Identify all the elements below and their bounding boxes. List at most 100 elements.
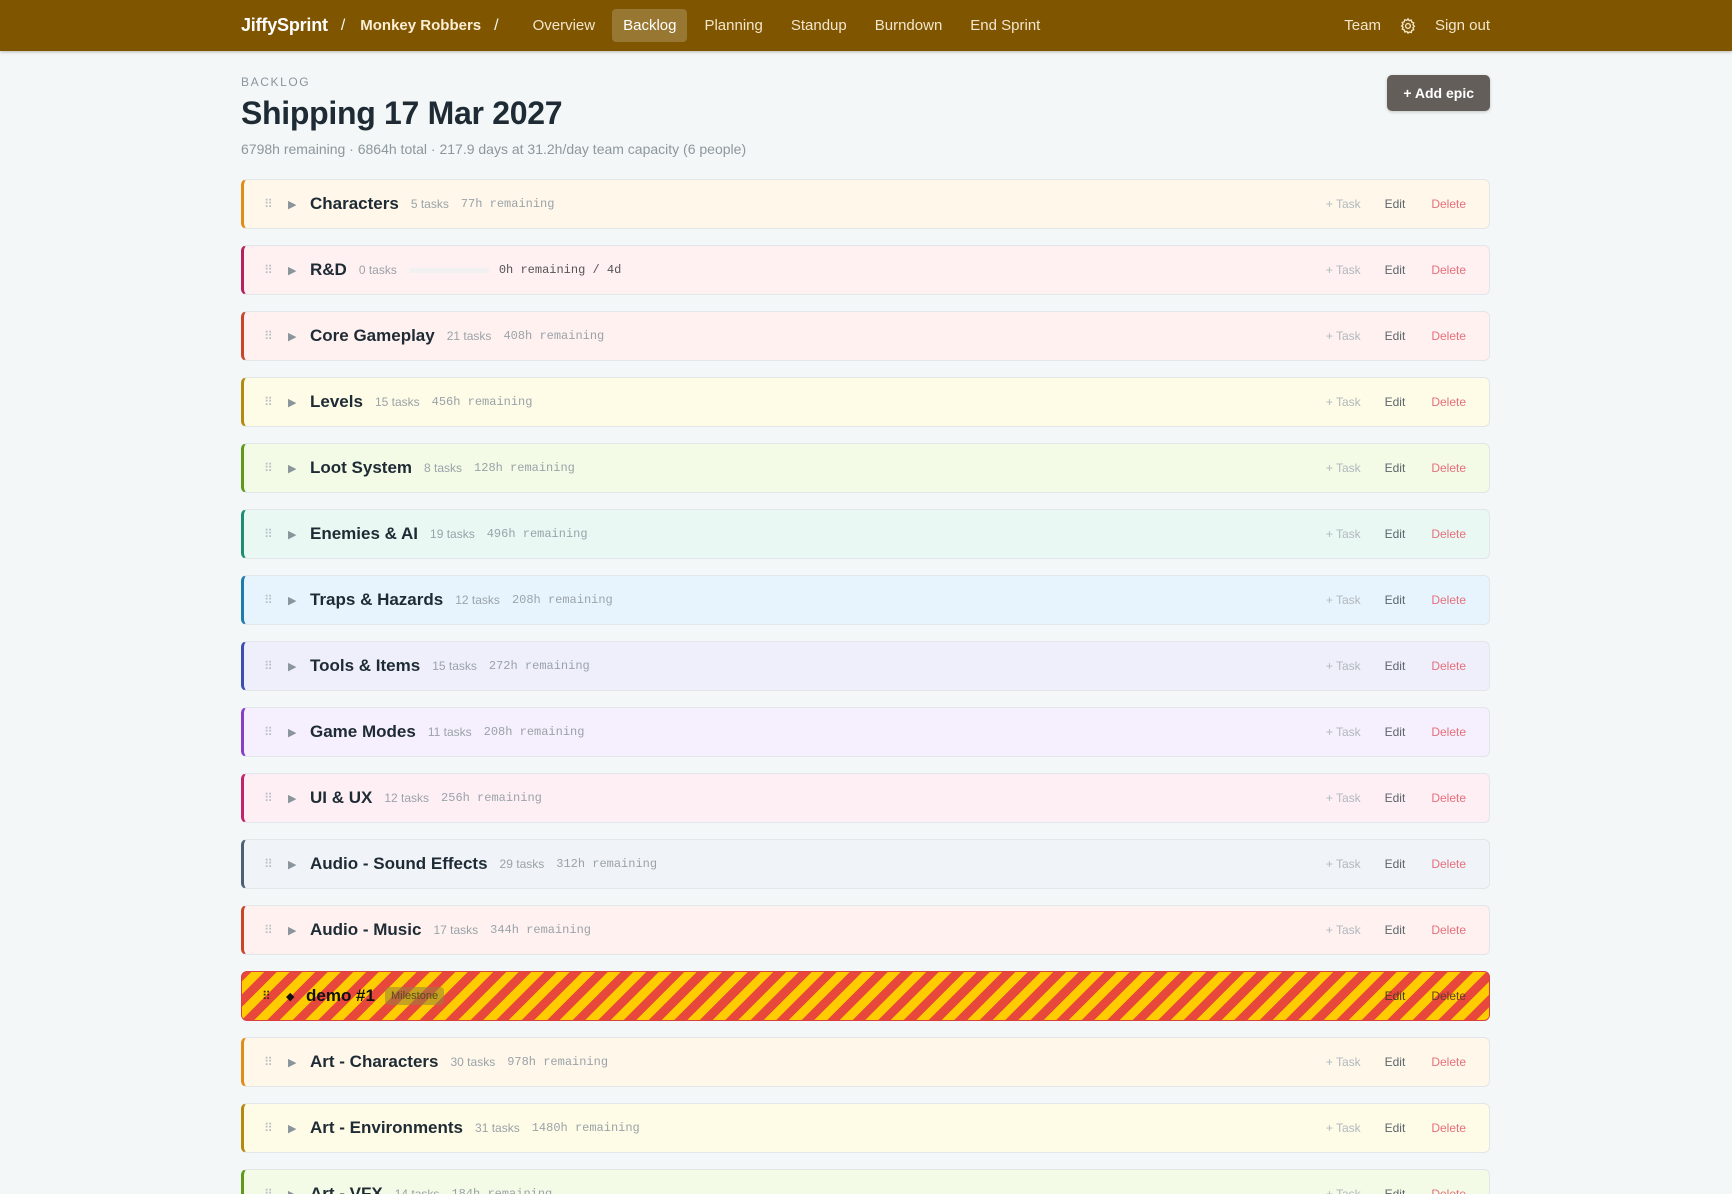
team-link[interactable]: Team bbox=[1344, 17, 1381, 34]
epic-row[interactable]: ⠿ ▶ Game Modes 11 tasks 208h remaining + Task… bbox=[241, 707, 1490, 757]
expand-caret-icon[interactable]: ▶ bbox=[288, 660, 310, 673]
edit-epic-button[interactable]: Edit bbox=[1385, 395, 1406, 409]
delete-epic-button[interactable]: Delete bbox=[1431, 527, 1466, 541]
nav-end-sprint[interactable]: End Sprint bbox=[959, 9, 1051, 42]
expand-caret-icon[interactable]: ▶ bbox=[288, 1056, 310, 1069]
edit-epic-button[interactable]: Edit bbox=[1385, 593, 1406, 607]
expand-caret-icon[interactable]: ▶ bbox=[288, 198, 310, 211]
epic-name[interactable]: Traps & Hazards bbox=[310, 590, 443, 610]
add-task-button[interactable]: + Task bbox=[1326, 263, 1361, 277]
expand-caret-icon[interactable]: ▶ bbox=[288, 264, 310, 277]
sign-out-link[interactable]: Sign out bbox=[1435, 17, 1490, 34]
edit-epic-button[interactable]: Edit bbox=[1385, 329, 1406, 343]
add-task-button[interactable]: + Task bbox=[1326, 725, 1361, 739]
add-task-button[interactable]: + Task bbox=[1326, 527, 1361, 541]
edit-epic-button[interactable]: Edit bbox=[1385, 197, 1406, 211]
edit-epic-button[interactable]: Edit bbox=[1385, 1055, 1406, 1069]
nav-burndown[interactable]: Burndown bbox=[864, 9, 954, 42]
edit-epic-button[interactable]: Edit bbox=[1385, 857, 1406, 871]
delete-epic-button[interactable]: Delete bbox=[1431, 197, 1466, 211]
drag-handle-icon[interactable]: ⠿ bbox=[264, 857, 288, 871]
expand-caret-icon[interactable]: ▶ bbox=[288, 594, 310, 607]
drag-handle-icon[interactable]: ⠿ bbox=[264, 329, 288, 343]
add-task-button[interactable]: + Task bbox=[1326, 791, 1361, 805]
add-task-button[interactable]: + Task bbox=[1326, 1055, 1361, 1069]
epic-row[interactable]: ⠿ ▶ Characters 5 tasks 77h remaining + Task Ed… bbox=[241, 179, 1490, 229]
delete-epic-button[interactable]: Delete bbox=[1431, 329, 1466, 343]
brand-logo[interactable]: JiffySprint bbox=[241, 15, 328, 36]
edit-epic-button[interactable]: Edit bbox=[1385, 461, 1406, 475]
epic-name[interactable]: Loot System bbox=[310, 458, 412, 478]
expand-caret-icon[interactable]: ▶ bbox=[288, 1122, 310, 1135]
add-task-button[interactable]: + Task bbox=[1326, 395, 1361, 409]
edit-epic-button[interactable]: Edit bbox=[1385, 791, 1406, 805]
epic-name[interactable]: Core Gameplay bbox=[310, 326, 435, 346]
delete-milestone-button[interactable]: Delete bbox=[1431, 989, 1466, 1003]
add-task-button[interactable]: + Task bbox=[1326, 857, 1361, 871]
delete-epic-button[interactable]: Delete bbox=[1431, 923, 1466, 937]
project-name[interactable]: Monkey Robbers bbox=[360, 17, 481, 34]
drag-handle-icon[interactable]: ⠿ bbox=[264, 725, 288, 739]
delete-epic-button[interactable]: Delete bbox=[1431, 791, 1466, 805]
drag-handle-icon[interactable]: ⠿ bbox=[264, 1187, 288, 1194]
epic-row[interactable]: ⠿ ▶ Core Gameplay 21 tasks 408h remaining + T… bbox=[241, 311, 1490, 361]
expand-caret-icon[interactable]: ▶ bbox=[288, 396, 310, 409]
epic-row[interactable]: ⠿ ▶ Enemies & AI 19 tasks 496h remaining + Ta… bbox=[241, 509, 1490, 559]
delete-epic-button[interactable]: Delete bbox=[1431, 857, 1466, 871]
delete-epic-button[interactable]: Delete bbox=[1431, 461, 1466, 475]
delete-epic-button[interactable]: Delete bbox=[1431, 725, 1466, 739]
epic-row[interactable]: ⠿ ▶ R&D 0 tasks 0h remaining / 4d + Task Edit D… bbox=[241, 245, 1490, 295]
epic-name[interactable]: Characters bbox=[310, 194, 399, 214]
drag-handle-icon[interactable]: ⠿ bbox=[264, 923, 288, 937]
edit-epic-button[interactable]: Edit bbox=[1385, 263, 1406, 277]
nav-overview[interactable]: Overview bbox=[522, 9, 607, 42]
drag-handle-icon[interactable]: ⠿ bbox=[264, 461, 288, 475]
epic-row[interactable]: ⠿ ▶ Art - Environments 31 tasks 1480h remain… bbox=[241, 1103, 1490, 1153]
expand-caret-icon[interactable]: ▶ bbox=[288, 330, 310, 343]
epic-row[interactable]: ⠿ ▶ Levels 15 tasks 456h remaining + Task Edit… bbox=[241, 377, 1490, 427]
drag-handle-icon[interactable]: ⠿ bbox=[264, 527, 288, 541]
add-task-button[interactable]: + Task bbox=[1326, 923, 1361, 937]
epic-row[interactable]: ⠿ ▶ UI & UX 12 tasks 256h remaining + Task Edi… bbox=[241, 773, 1490, 823]
edit-epic-button[interactable]: Edit bbox=[1385, 659, 1406, 673]
epic-row[interactable]: ⠿ ▶ Audio - Music 17 tasks 344h remaining + T… bbox=[241, 905, 1490, 955]
expand-caret-icon[interactable]: ▶ bbox=[288, 1188, 310, 1194]
epic-name[interactable]: Game Modes bbox=[310, 722, 416, 742]
drag-handle-icon[interactable]: ⠿ bbox=[264, 395, 288, 409]
epic-name[interactable]: Audio - Music bbox=[310, 920, 421, 940]
delete-epic-button[interactable]: Delete bbox=[1431, 263, 1466, 277]
drag-handle-icon[interactable]: ⠿ bbox=[264, 1055, 288, 1069]
expand-caret-icon[interactable]: ▶ bbox=[288, 792, 310, 805]
delete-epic-button[interactable]: Delete bbox=[1431, 395, 1466, 409]
drag-handle-icon[interactable]: ⠿ bbox=[264, 593, 288, 607]
delete-epic-button[interactable]: Delete bbox=[1431, 659, 1466, 673]
add-task-button[interactable]: + Task bbox=[1326, 1121, 1361, 1135]
epic-row[interactable]: ⠿ ▶ Tools & Items 15 tasks 272h remaining + T… bbox=[241, 641, 1490, 691]
epic-name[interactable]: Levels bbox=[310, 392, 363, 412]
delete-epic-button[interactable]: Delete bbox=[1431, 593, 1466, 607]
drag-handle-icon[interactable]: ⠿ bbox=[264, 263, 288, 277]
add-task-button[interactable]: + Task bbox=[1326, 1187, 1361, 1194]
expand-caret-icon[interactable]: ▶ bbox=[288, 528, 310, 541]
edit-epic-button[interactable]: Edit bbox=[1385, 1187, 1406, 1194]
epic-row[interactable]: ⠿▶Art - VFX 14 tasks 184h remaining + Task E… bbox=[241, 1169, 1490, 1194]
edit-epic-button[interactable]: Edit bbox=[1385, 527, 1406, 541]
add-task-button[interactable]: + Task bbox=[1326, 329, 1361, 343]
add-task-button[interactable]: + Task bbox=[1326, 461, 1361, 475]
edit-epic-button[interactable]: Edit bbox=[1385, 1121, 1406, 1135]
add-task-button[interactable]: + Task bbox=[1326, 593, 1361, 607]
epic-row[interactable]: ⠿ ▶ Audio - Sound Effects 29 tasks 312h rema… bbox=[241, 839, 1490, 889]
drag-handle-icon[interactable]: ⠿ bbox=[262, 989, 286, 1003]
epic-name[interactable]: UI & UX bbox=[310, 788, 372, 808]
add-task-button[interactable]: + Task bbox=[1326, 659, 1361, 673]
epic-name[interactable]: Tools & Items bbox=[310, 656, 420, 676]
delete-epic-button[interactable]: Delete bbox=[1431, 1055, 1466, 1069]
epic-row[interactable]: ⠿ ▶ Traps & Hazards 12 tasks 208h remaining +… bbox=[241, 575, 1490, 625]
epic-name[interactable]: R&D bbox=[310, 260, 347, 280]
epic-name[interactable]: Art - VFX bbox=[310, 1184, 383, 1194]
expand-caret-icon[interactable]: ▶ bbox=[288, 924, 310, 937]
add-task-button[interactable]: + Task bbox=[1326, 197, 1361, 211]
epic-name[interactable]: Art - Characters bbox=[310, 1052, 439, 1072]
expand-caret-icon[interactable]: ▶ bbox=[288, 726, 310, 739]
epic-row[interactable]: ⠿ ▶ Loot System 8 tasks 128h remaining + Task… bbox=[241, 443, 1490, 493]
